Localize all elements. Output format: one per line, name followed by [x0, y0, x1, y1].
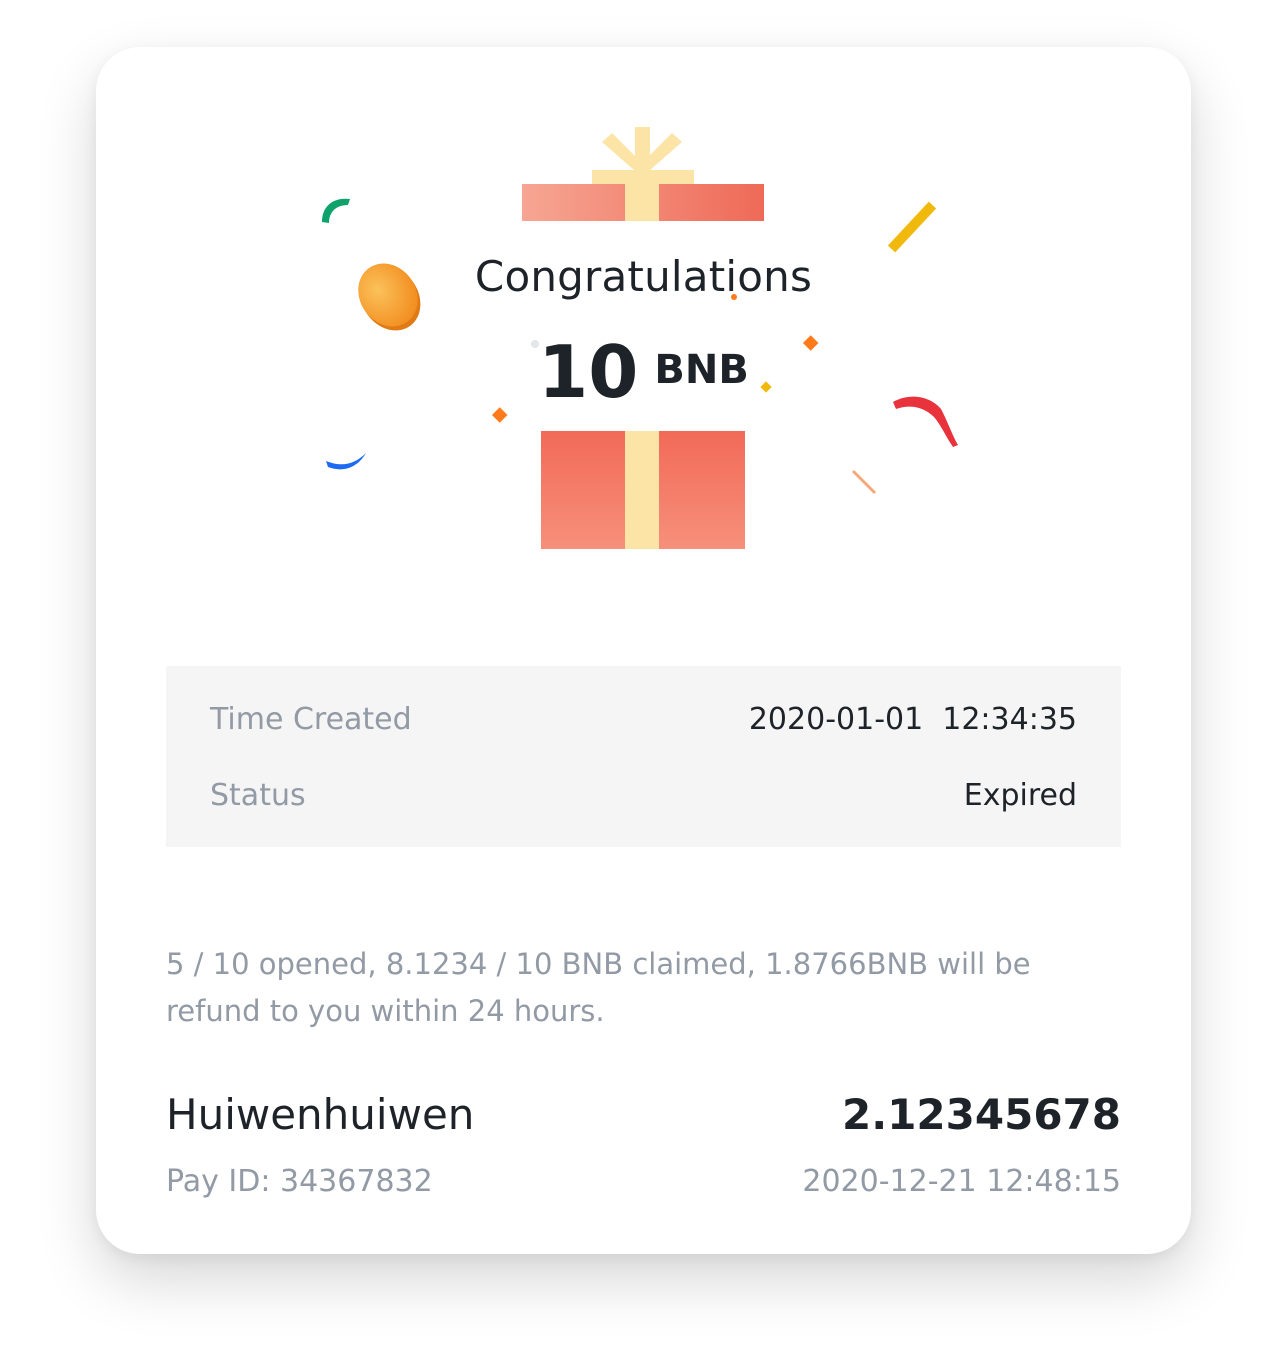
confetti-yellow-stick-icon — [887, 201, 937, 253]
hero-section: Congratulations 10 BNB — [96, 47, 1191, 607]
status-row: Status Expired — [210, 778, 1077, 818]
reward-currency: BNB — [654, 347, 749, 393]
reward-amount-value: 10 — [538, 330, 639, 414]
time-created-row: Time Created 2020-01-01 12:34:35 — [210, 702, 1077, 742]
confetti-orange-stick-icon — [851, 469, 877, 495]
congratulations-title: Congratulations — [474, 252, 813, 301]
status-value: Expired — [963, 778, 1077, 813]
claimer-pay-id: Pay ID: 34367832 — [166, 1164, 433, 1199]
claim-summary-text: 5 / 10 opened, 8.1234 / 10 BNB claimed, … — [166, 947, 1031, 1028]
claim-record: Huiwenhuiwen 2.12345678 Pay ID: 34367832… — [166, 1090, 1121, 1210]
status-label: Status — [210, 778, 306, 813]
gift-box-icon — [541, 431, 745, 549]
confetti-green-icon — [322, 198, 350, 223]
gift-lid-icon — [522, 184, 764, 221]
claimer-name: Huiwenhuiwen — [166, 1090, 475, 1139]
claim-timestamp: 2020-12-21 12:48:15 — [802, 1164, 1121, 1199]
claimed-amount: 2.12345678 — [842, 1090, 1121, 1139]
packet-info-panel: Time Created 2020-01-01 12:34:35 Status … — [166, 666, 1121, 847]
time-created-value: 2020-01-01 12:34:35 — [748, 702, 1077, 737]
gift-bow-icon — [592, 127, 694, 184]
time-created-label: Time Created — [210, 702, 412, 737]
reward-amount: 10 BNB — [96, 330, 1191, 414]
confetti-blue-icon — [326, 453, 366, 470]
gift-illustration — [322, 127, 958, 549]
red-packet-card: Congratulations 10 BNB Time Created 2020-… — [96, 47, 1191, 1254]
